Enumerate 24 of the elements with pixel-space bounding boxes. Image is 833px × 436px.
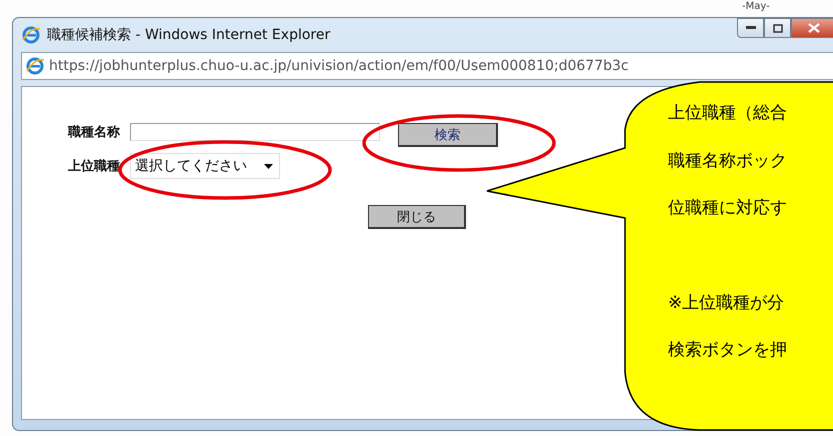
category-dropdown[interactable]: 選択してください [130, 153, 280, 179]
job-name-field[interactable] [130, 123, 380, 141]
field-label: 上位職種 [68, 158, 120, 175]
address-field[interactable]: https://jobhunterplus.chuo-u.ac.jp/univision/action/em/f00/Usem000810;d0677b3c [21, 52, 833, 80]
browser-logo-icon [21, 25, 41, 45]
callout-text: 位職種に対応す [668, 197, 787, 220]
window-title: 職種候補検索 - Windows Internet Explorer [47, 26, 330, 44]
close-button[interactable] [791, 18, 833, 38]
field-label: 職種名称 [68, 124, 120, 141]
maximize-icon [772, 24, 782, 32]
callout-text: 上位職種（総合 [668, 102, 787, 125]
caret-icon [264, 164, 273, 168]
callout-text: 職種名称ボック [668, 150, 787, 172]
maximize-button[interactable] [764, 18, 791, 38]
minimize-button[interactable] [737, 18, 764, 38]
callout-text: 検索ボタンを押 [668, 339, 787, 362]
minimize-icon [746, 26, 756, 30]
callout-text: ※上位職種が分 [668, 292, 786, 314]
search-button[interactable]: 検索 [398, 123, 498, 147]
close-dialog-button[interactable]: 閉じる [368, 205, 466, 229]
background-text: -May- [742, 1, 770, 12]
close-icon [808, 23, 820, 33]
url-text: https://jobhunterplus.chuo-u.ac.jp/univision/action/em/f00/Usem000810;d0677b3c [49, 58, 629, 74]
browser-logo-icon [25, 56, 45, 76]
